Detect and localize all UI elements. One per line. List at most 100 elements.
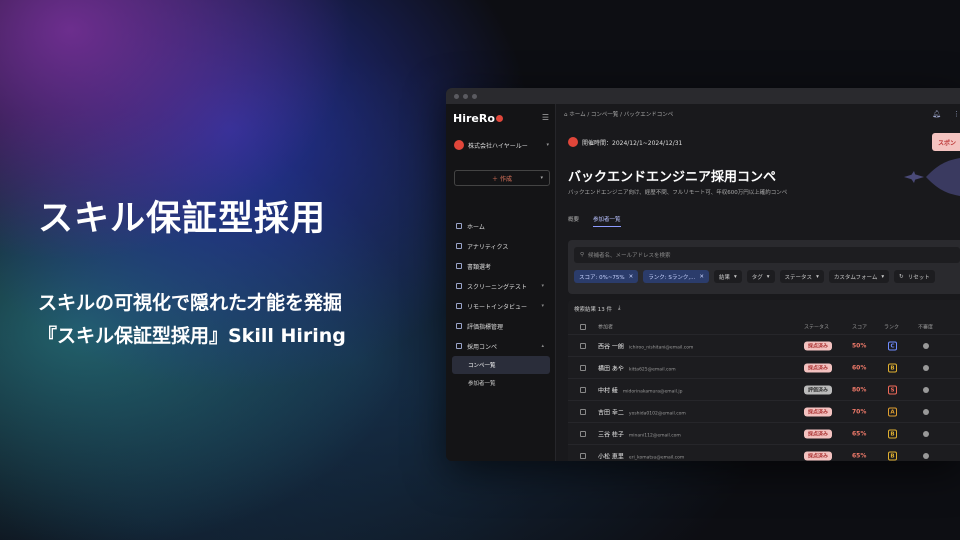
participant-email: yoshida0102@email.com [628,411,686,416]
sidebar: HireRo ☰ 株式会社ハイヤールー ▾ ＋ 作成 ▾ ホーム アナリティクス… [446,104,556,461]
rank-badge: B [888,451,897,460]
window-dot-icon[interactable] [472,93,477,99]
tab-bar: 概要 参加者一覧 [568,215,621,227]
filter-chips: スコア: 0%~75% ✕ ランク: Sランク,... ✕ 結果 ▾ タグ ▾ ステータ… [574,270,935,283]
page-description: バックエンドエンジニア向け、経歴不問、フルリモート可、年収600万円以上確約コン… [568,190,788,196]
tab-participants[interactable]: 参加者一覧 [593,215,621,227]
status-badge: 採点済み [804,407,833,416]
filter-dropdown-tag[interactable]: タグ ▾ [746,270,775,283]
score-value: 65% [852,430,867,437]
download-icon[interactable]: ⤓ [618,305,620,313]
competition-icon [456,343,462,349]
participant-name: 小松 恵里 [598,453,624,460]
participant-cell[interactable]: 小松 恵里 eri_komatsu@email.com [598,451,684,460]
breadcrumb[interactable]: ⌂ ホーム / コンペ一覧 / バックエンドコンペ [564,110,673,118]
column-header-score[interactable]: スコア [852,324,867,331]
table-row[interactable]: 横田 あや kitta625@email.com 採点済み 60% B [568,356,960,378]
chevron-down-icon: ▾ [881,273,885,280]
table-row[interactable]: 小松 恵里 eri_komatsu@email.com 採点済み 65% B [568,444,960,461]
status-badge: 評価済み [804,385,833,394]
select-all-checkbox[interactable] [580,324,586,330]
table-row[interactable]: 三谷 桂子 minani112@email.com 採点済み 65% B [568,422,960,444]
hero-tagline-2: 『スキル保証型採用』Skill Hiring [38,325,346,347]
sponsor-button[interactable]: スポン [932,133,960,151]
rank-badge: A [888,407,897,416]
company-selector[interactable]: 株式会社ハイヤールー ▾ [454,140,549,150]
menu-icon[interactable]: ⋮ [953,110,960,118]
score-value: 60% [852,364,867,371]
search-input[interactable]: ⚲ 候補者名、メールアドレスを検索 [574,247,960,263]
refresh-icon: ↻ [899,273,904,280]
company-name: 株式会社ハイヤールー [468,142,528,150]
row-checkbox[interactable] [580,408,586,415]
screen-icon [456,283,462,289]
check-icon [923,408,929,415]
status-badge: 採点済み [804,429,833,438]
sidebar-item-evaluation[interactable]: 評価指標管理 [452,316,550,336]
participant-name: 中村 綾 [598,387,618,394]
participant-email: midorinakamura@email.jp [622,389,683,394]
participant-cell[interactable]: 中村 綾 midorinakamura@email.jp [598,385,682,394]
row-checkbox[interactable] [580,452,586,459]
sidebar-subitem-participants[interactable]: 参加者一覧 [452,374,550,392]
check-icon [923,452,929,459]
chevron-down-icon: ▾ [766,273,770,280]
participant-name: 吉田 幸二 [598,409,624,416]
table-row[interactable]: 西谷 一朗 ichiroo_nishitani@email.com 採点済み 50% C [568,334,960,356]
evaluation-icon [456,323,462,329]
create-button[interactable]: ＋ 作成 ▾ [454,170,550,186]
column-header-status[interactable]: ステータス [804,324,829,331]
status-badge: 採点済み [804,451,833,460]
participant-cell[interactable]: 吉田 幸二 yoshida0102@email.com [598,407,686,416]
reset-button[interactable]: ↻ リセット [894,270,935,283]
check-icon [923,430,929,437]
window-titlebar [446,88,960,104]
sidebar-item-competition[interactable]: 採用コンペ ▴ [452,336,550,356]
filter-dropdown-result[interactable]: 結果 ▾ [713,270,742,283]
sidebar-item-analytics[interactable]: アナリティクス [452,236,550,256]
filter-chip-score[interactable]: スコア: 0%~75% ✕ [574,270,639,283]
participant-email: minani112@email.com [628,433,681,438]
results-table: 検索結果 13 件 ⤓ 参加者 ステータス スコア ランク 不審度 西谷 一朗 i… [568,300,960,461]
filter-chip-rank[interactable]: ランク: Sランク,... ✕ [643,270,709,283]
check-icon [923,386,929,393]
sidebar-item-documents[interactable]: 書類選考 [452,256,550,276]
chevron-down-icon: ▾ [541,283,544,289]
search-icon: ⚲ [580,252,585,258]
sidebar-item-home[interactable]: ホーム [452,216,550,236]
sidebar-collapse-icon[interactable]: ☰ [542,113,549,122]
bell-icon[interactable]: 🔔︎ [932,110,941,118]
table-row[interactable]: 中村 綾 midorinakamura@email.jp 評価済み 80% S [568,378,960,400]
score-value: 65% [852,452,867,459]
column-header-suspicion[interactable]: 不審度 [918,324,933,331]
row-checkbox[interactable] [580,386,586,393]
participant-cell[interactable]: 三谷 桂子 minani112@email.com [598,429,681,438]
participant-cell[interactable]: 西谷 一朗 ichiroo_nishitani@email.com [598,341,693,350]
window-dot-icon[interactable] [454,93,459,99]
column-header-rank[interactable]: ランク [884,324,899,331]
close-icon[interactable]: ✕ [699,274,704,280]
tab-overview[interactable]: 概要 [568,215,579,227]
row-checkbox[interactable] [580,342,586,349]
check-icon [923,364,929,371]
chevron-down-icon: ▾ [546,142,549,148]
sidebar-item-screening[interactable]: スクリーニングテスト ▾ [452,276,550,296]
row-checkbox[interactable] [580,364,586,371]
page-title: バックエンドエンジニア採用コンペ [568,170,777,185]
window-dot-icon[interactable] [463,93,468,99]
sidebar-item-interview[interactable]: リモートインタビュー ▾ [452,296,550,316]
close-icon[interactable]: ✕ [629,274,634,280]
participant-cell[interactable]: 横田 あや kitta625@email.com [598,363,676,372]
company-avatar [454,140,464,150]
table-row[interactable]: 吉田 幸二 yoshida0102@email.com 採点済み 70% A [568,400,960,422]
sidebar-subitem-competition-list[interactable]: コンペ一覧 [452,356,550,374]
column-header-participant[interactable]: 参加者 [598,324,613,331]
app-logo[interactable]: HireRo [453,112,503,125]
row-checkbox[interactable] [580,430,586,437]
filter-dropdown-status[interactable]: ステータス ▾ [779,270,824,283]
document-icon [456,263,462,269]
hero-section: スキル保証型採用 スキルの可視化で隠れた才能を発掘 『スキル保証型採用』Skil… [38,198,346,347]
chevron-down-icon: ▾ [540,175,543,181]
analytics-icon [456,243,462,249]
filter-dropdown-customform[interactable]: カスタムフォーム ▾ [828,270,890,283]
